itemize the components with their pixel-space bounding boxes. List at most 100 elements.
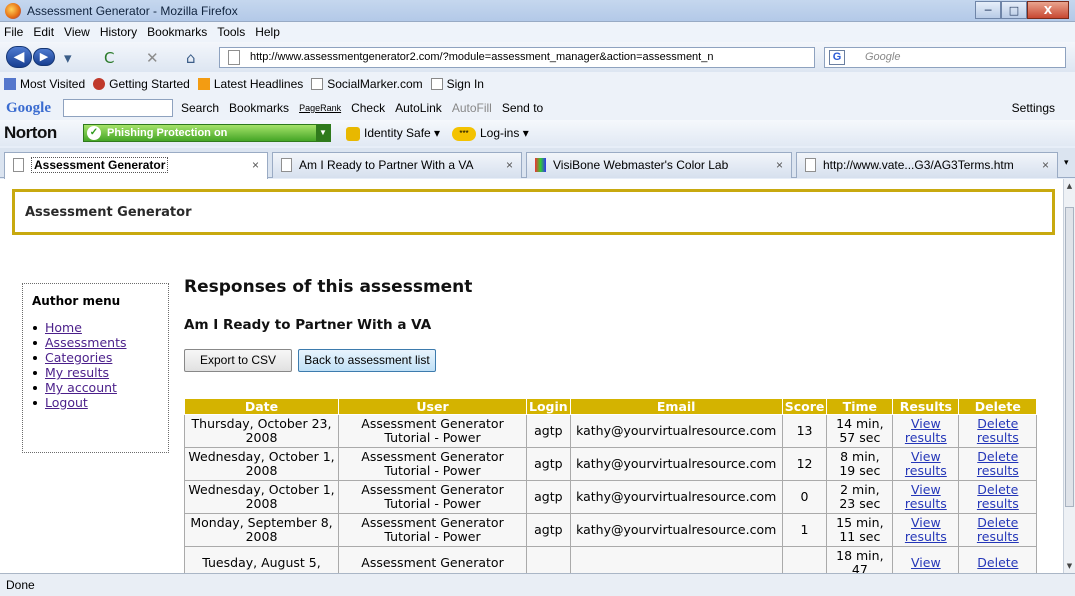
menu-file[interactable]: File [4, 25, 23, 39]
delete-results-link[interactable]: Delete results [977, 416, 1019, 445]
bookmark-latest-headlines[interactable]: Latest Headlines [197, 77, 303, 91]
cell-login: agtp [526, 447, 571, 481]
logout-link[interactable]: Logout [45, 395, 88, 410]
cell-score: 1 [781, 513, 828, 547]
menu-tools[interactable]: Tools [217, 25, 245, 39]
view-results-link[interactable]: View results [905, 416, 947, 445]
close-button[interactable]: X [1027, 1, 1069, 19]
identity-safe-button[interactable]: Identity Safe ▾ [346, 126, 440, 141]
google-search-input[interactable] [63, 99, 173, 117]
close-tab-icon[interactable]: × [776, 153, 783, 177]
cell-score: 0 [781, 480, 828, 514]
window-title: Assessment Generator - Mozilla Firefox [27, 4, 238, 18]
cell-email: kathy@yourvirtualresource.com [569, 414, 783, 448]
scroll-down-icon[interactable]: ▼ [1064, 559, 1075, 573]
page-content: Assessment Generator Author menu Home As… [0, 179, 1063, 573]
cell-login: agtp [526, 480, 571, 514]
assessments-link[interactable]: Assessments [45, 335, 127, 350]
cell-date: Monday, September 8, 2008 [184, 513, 339, 547]
scroll-up-icon[interactable]: ▲ [1064, 179, 1075, 193]
menu-edit[interactable]: Edit [33, 25, 54, 39]
minimize-button[interactable]: ─ [975, 1, 1001, 19]
cell-results: View results [892, 513, 960, 547]
cell-delete: Delete results [958, 513, 1038, 547]
reload-icon[interactable]: C [104, 49, 114, 67]
home-link[interactable]: Home [45, 320, 82, 335]
bookmark-getting-started[interactable]: Getting Started [93, 77, 190, 91]
site-title: Assessment Generator [25, 205, 192, 220]
google-search-button[interactable]: Search [181, 101, 219, 115]
close-tab-icon[interactable]: × [506, 153, 513, 177]
cell-login: agtp [526, 513, 571, 547]
menu-bookmarks[interactable]: Bookmarks [147, 25, 207, 39]
tab-bar: Assessment Generator × Am I Ready to Par… [0, 148, 1075, 179]
maximize-button[interactable]: □ [1001, 1, 1027, 19]
cell-results: View results [892, 480, 960, 514]
delete-results-link[interactable]: Delete results [977, 449, 1019, 478]
rss-icon [197, 78, 210, 90]
spell-check-button[interactable]: Check [351, 101, 385, 115]
chevron-down-icon[interactable]: ▼ [316, 125, 330, 141]
phishing-protection-status[interactable]: ✓ Phishing Protection on ▼ [83, 124, 331, 142]
tab-am-i-ready[interactable]: Am I Ready to Partner With a VA × [272, 152, 522, 178]
url-text: http://www.assessmentgenerator2.com/?mod… [250, 51, 714, 63]
logins-badge-icon: *** [452, 126, 476, 141]
status-text: Done [6, 578, 35, 592]
my-account-link[interactable]: My account [45, 380, 117, 395]
history-dropdown-icon[interactable]: ▾ [64, 49, 72, 67]
menu-view[interactable]: View [64, 25, 90, 39]
bookmark-most-visited[interactable]: Most Visited [4, 77, 85, 91]
vertical-scrollbar[interactable]: ▲ ▼ [1063, 179, 1075, 573]
menu-help[interactable]: Help [255, 25, 280, 39]
title-bar: Assessment Generator - Mozilla Firefox ─… [0, 0, 1075, 22]
autolink-button[interactable]: AutoLink [395, 101, 442, 115]
bookmark-sign-in[interactable]: Sign In [430, 77, 484, 91]
pagerank-indicator[interactable]: PageRank [299, 103, 341, 113]
back-button[interactable]: ◀ [6, 46, 32, 68]
author-menu-title: Author menu [32, 294, 121, 308]
forward-button[interactable]: ▶ [33, 48, 55, 66]
tab-assessment-generator[interactable]: Assessment Generator × [4, 152, 268, 179]
view-results-link[interactable]: View results [905, 449, 947, 478]
site-header: Assessment Generator [12, 189, 1055, 235]
close-tab-icon[interactable]: × [1042, 153, 1049, 177]
view-results-link[interactable]: View results [905, 482, 947, 511]
home-icon[interactable]: ⌂ [186, 49, 196, 67]
column-header-user: User [338, 398, 527, 415]
autofill-button[interactable]: AutoFill [452, 101, 492, 115]
firefox-logo-icon [5, 3, 21, 19]
close-tab-icon[interactable]: × [252, 153, 259, 177]
cell-email: kathy@yourvirtualresource.com [569, 513, 783, 547]
delete-results-link[interactable]: Delete [977, 555, 1018, 570]
url-bar[interactable]: http://www.assessmentgenerator2.com/?mod… [219, 47, 815, 68]
logins-button[interactable]: *** Log-ins ▾ [452, 126, 529, 141]
tab-visibone[interactable]: VisiBone Webmaster's Color Lab × [526, 152, 792, 178]
search-input[interactable]: G Google [824, 47, 1066, 68]
page-icon [311, 78, 324, 90]
view-results-link[interactable]: View [911, 555, 941, 570]
scroll-thumb[interactable] [1065, 207, 1074, 507]
view-results-link[interactable]: View results [905, 515, 947, 544]
back-to-list-button[interactable]: Back to assessment list [298, 349, 436, 372]
column-header-email: Email [569, 398, 783, 415]
delete-results-link[interactable]: Delete results [977, 515, 1019, 544]
bookmark-socialmarker[interactable]: SocialMarker.com [311, 77, 423, 91]
page-icon [13, 158, 24, 172]
search-engine-icon[interactable]: G [829, 50, 845, 65]
google-settings-button[interactable]: Settings [1012, 101, 1055, 115]
send-to-button[interactable]: Send to [502, 101, 543, 115]
tab-list-icon[interactable]: ▾ [1064, 158, 1069, 168]
assessment-name: Am I Ready to Partner With a VA [184, 317, 432, 333]
categories-link[interactable]: Categories [45, 350, 112, 365]
column-header-score: Score [781, 398, 828, 415]
cell-login [526, 546, 571, 573]
tab-ag3-terms[interactable]: http://www.vate...G3/AG3Terms.htm × [796, 152, 1058, 178]
column-header-delete: Delete [958, 398, 1038, 415]
delete-results-link[interactable]: Delete results [977, 482, 1019, 511]
google-bookmarks-button[interactable]: Bookmarks [229, 101, 289, 115]
export-csv-button[interactable]: Export to CSV [184, 349, 292, 372]
menu-history[interactable]: History [100, 25, 137, 39]
my-results-link[interactable]: My results [45, 365, 109, 380]
author-menu: Author menu Home Assessments Categories … [22, 283, 169, 453]
stop-icon[interactable]: ✕ [146, 49, 159, 67]
